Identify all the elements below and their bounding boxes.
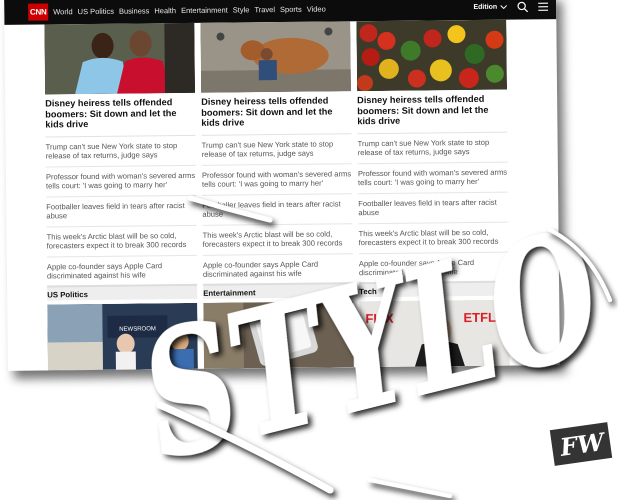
story-link[interactable]: Professor found with woman's severed arm… — [357, 162, 509, 194]
story-link[interactable]: Professor found with woman's severed arm… — [45, 165, 197, 198]
netflix-logo-right: ETFL — [463, 310, 496, 325]
nav-right-controls: Edition — [473, 1, 549, 13]
story-link[interactable]: Apple co-founder says Apple Card discrim… — [202, 253, 354, 286]
story-link[interactable]: Footballer leaves field in tears after r… — [358, 192, 509, 224]
news-column-1: Disney heiress tells offended boomers: S… — [44, 22, 198, 288]
footballers-photo[interactable] — [44, 22, 196, 95]
netflix-photo[interactable]: FLIX ETFL — [359, 299, 510, 368]
search-icon[interactable] — [517, 1, 529, 12]
story-link[interactable]: Trump can't sue New York state to stop r… — [201, 134, 352, 166]
story-link[interactable]: This week's Arctic blast will be so cold… — [46, 225, 197, 258]
browser-screenshot: CNN World US Politics Business Health En… — [4, 0, 560, 371]
story-link[interactable]: This week's Arctic blast will be so cold… — [202, 223, 353, 256]
story-link[interactable]: Footballer leaves field in tears after r… — [46, 195, 197, 228]
story-link[interactable]: Footballer leaves field in tears after r… — [202, 194, 353, 226]
story-link[interactable]: Apple co-founder says Apple Card discrim… — [358, 252, 510, 284]
nav-item-sports[interactable]: Sports — [280, 4, 302, 13]
man-with-cow-photo[interactable] — [200, 21, 352, 93]
newsroom-ticker-text: NEWSROOM — [119, 326, 156, 332]
story-link[interactable]: Trump can't sue New York state to stop r… — [45, 135, 196, 168]
story-link[interactable]: Trump can't sue New York state to stop r… — [357, 132, 508, 164]
story-link[interactable]: Professor found with woman's severed arm… — [201, 164, 353, 196]
cnn-logo[interactable]: CNN — [28, 2, 49, 21]
phone-photo[interactable] — [203, 301, 354, 369]
nav-item-video[interactable]: Video — [307, 4, 326, 13]
news-column-2: Disney heiress tells offended boomers: S… — [200, 21, 354, 286]
lead-headline[interactable]: Disney heiress tells offended boomers: S… — [201, 95, 352, 136]
nav-item-entertainment[interactable]: Entertainment — [181, 5, 228, 14]
nav-item-business[interactable]: Business — [119, 6, 150, 15]
section-header-tech[interactable]: Tech — [359, 280, 510, 298]
nav-item-travel[interactable]: Travel — [254, 5, 275, 14]
lead-headline[interactable]: Disney heiress tells offended boomers: S… — [45, 96, 196, 138]
nav-item-health[interactable]: Health — [154, 6, 176, 15]
edition-label: Edition — [473, 3, 498, 11]
fw-badge: FW — [549, 422, 613, 466]
news-column-3: Disney heiress tells offended boomers: S… — [356, 19, 510, 284]
lead-headline[interactable]: Disney heiress tells offended boomers: S… — [357, 93, 508, 134]
hamburger-menu-icon[interactable] — [538, 2, 549, 11]
vegetables-photo[interactable] — [356, 19, 508, 92]
story-link[interactable]: Apple co-founder says Apple Card discrim… — [46, 255, 198, 288]
chevron-down-icon — [500, 4, 508, 9]
news-studio-photo[interactable]: NEWSROOM — [47, 302, 198, 371]
nav-item-world[interactable]: World — [53, 7, 73, 16]
story-link[interactable]: This week's Arctic blast will be so cold… — [358, 222, 509, 254]
netflix-logo-left: FLIX — [365, 311, 394, 326]
nav-item-us-politics[interactable]: US Politics — [78, 6, 114, 15]
edition-dropdown[interactable]: Edition — [473, 3, 508, 11]
fw-mark: FW — [557, 427, 608, 462]
section-header-entertainment[interactable]: Entertainment — [203, 282, 354, 299]
nav-item-style[interactable]: Style — [233, 5, 250, 14]
section-header-us-politics[interactable]: US Politics — [47, 283, 198, 301]
